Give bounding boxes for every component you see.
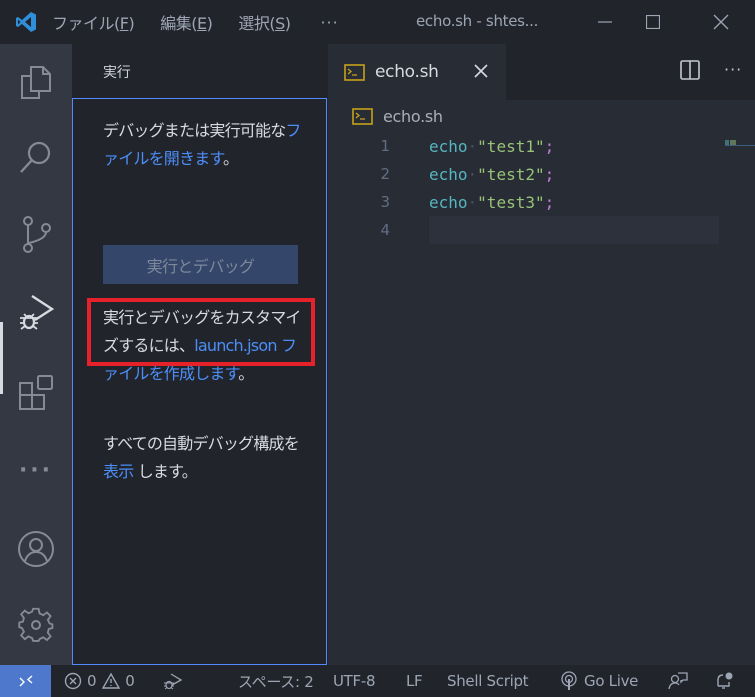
- paragraph-text: デバッグまたは実行可能な: [103, 121, 286, 140]
- activity-run-debug[interactable]: [0, 282, 72, 342]
- editor-more-actions-button[interactable]: ···: [724, 60, 742, 79]
- feedback-button[interactable]: [668, 665, 688, 697]
- source-control-icon: [23, 216, 51, 253]
- code-keyword: echo: [429, 136, 468, 156]
- run-debug-icon: [164, 673, 183, 690]
- remote-indicator-button[interactable]: [0, 665, 51, 697]
- broadcast-icon: [561, 671, 577, 690]
- activity-bar: ···: [0, 44, 72, 665]
- menu-selection[interactable]: 選択(S): [238, 10, 291, 34]
- paragraph-end: します。: [133, 462, 198, 481]
- code-punct: ;: [544, 136, 555, 156]
- go-live-button[interactable]: Go Live: [560, 665, 638, 697]
- extensions-icon: [19, 375, 53, 410]
- problems-button[interactable]: 0 0: [64, 665, 135, 697]
- account-icon: [18, 531, 54, 567]
- line-number: 3: [380, 193, 390, 211]
- code-line: 3 echo·"test3";: [328, 188, 755, 216]
- open-file-paragraph: デバッグまたは実行可能なファイルを開きます。: [103, 117, 308, 173]
- shell-file-icon: [352, 107, 373, 125]
- go-live-label: Go Live: [584, 672, 639, 690]
- gear-icon: [18, 607, 54, 642]
- code-keyword: echo: [429, 164, 468, 184]
- files-icon: [21, 66, 51, 99]
- remote-icon: [19, 675, 32, 687]
- maximize-icon: [646, 15, 660, 29]
- encoding-button[interactable]: UTF-8: [333, 665, 376, 697]
- activity-source-control[interactable]: [0, 205, 72, 265]
- paragraph-text: すべての自動デバッグ構成を: [103, 434, 300, 453]
- tab-label: echo.sh: [375, 62, 439, 82]
- code-punct: ;: [544, 164, 555, 184]
- sidebar-title: 実行: [103, 65, 131, 81]
- activity-search[interactable]: [0, 127, 72, 187]
- error-icon: [64, 672, 82, 690]
- code-string: "test1": [477, 136, 545, 156]
- language-mode-button[interactable]: Shell Script: [447, 665, 529, 697]
- error-count: 0: [87, 672, 97, 690]
- window-title: echo.sh - shtes...: [416, 12, 539, 30]
- line-number: 1: [380, 137, 390, 155]
- paragraph-end: 。: [238, 364, 254, 383]
- code-punct: ;: [544, 192, 555, 212]
- activity-manage[interactable]: [0, 595, 72, 655]
- whitespace-dot: ·: [467, 136, 478, 156]
- feedback-icon: [668, 672, 688, 690]
- close-window-button[interactable]: [698, 0, 744, 44]
- notifications-button[interactable]: [714, 665, 734, 697]
- eol-button[interactable]: LF: [406, 665, 423, 697]
- line-number: 4: [380, 221, 390, 239]
- editor-tab-bar: echo.sh ···: [328, 44, 755, 100]
- minimize-button[interactable]: [582, 0, 628, 44]
- whitespace-dot: ·: [467, 164, 478, 184]
- run-debug-icon: [20, 294, 55, 330]
- line-number: 2: [380, 165, 390, 183]
- warning-count: 0: [125, 672, 135, 690]
- debug-status-button[interactable]: [162, 665, 184, 697]
- activity-explorer[interactable]: [0, 52, 72, 112]
- annotation-highlight-box: [87, 298, 315, 366]
- code-string: "test2": [477, 164, 545, 184]
- whitespace-dot: ·: [467, 192, 478, 212]
- split-editor-icon: [680, 60, 700, 80]
- bell-dot-icon: [717, 672, 733, 689]
- activity-extensions[interactable]: [0, 363, 72, 423]
- breadcrumb[interactable]: echo.sh: [352, 104, 443, 128]
- minimize-icon: [598, 21, 612, 23]
- code-string: "test3": [477, 192, 545, 212]
- run-debug-welcome-panel: デバッグまたは実行可能なファイルを開きます。 実行とデバッグ 実行とデバッグをカ…: [72, 98, 327, 665]
- menu-edit[interactable]: 編集(E): [160, 10, 213, 34]
- code-line: 1 echo·"test1";: [328, 132, 755, 160]
- title-bar: ファイル(F) 編集(E) 選択(S) ··· echo.sh - shtes.…: [0, 0, 755, 44]
- maximize-button[interactable]: [630, 0, 676, 44]
- show-all-configs-link[interactable]: 表示: [103, 462, 134, 481]
- run-sidebar: 実行 デバッグまたは実行可能なファイルを開きます。 実行とデバッグ 実行とデバッ…: [72, 44, 328, 665]
- status-bar: 0 0 スペース: 2 UTF-8 LF Shell Script Go Liv…: [0, 665, 755, 697]
- tab-echo-sh[interactable]: echo.sh: [328, 44, 506, 100]
- search-icon: [20, 141, 51, 173]
- tab-close-button[interactable]: [471, 61, 491, 81]
- indentation-button[interactable]: スペース: 2: [238, 665, 314, 697]
- menu-more-button[interactable]: ···: [320, 13, 338, 32]
- breadcrumb-file[interactable]: echo.sh: [383, 107, 443, 126]
- code-editor[interactable]: echo.sh 1 echo·"test1"; 2 echo·"test2"; …: [328, 100, 755, 665]
- code-line: 2 echo·"test2";: [328, 160, 755, 188]
- warning-icon: [102, 672, 121, 689]
- close-icon: [713, 14, 729, 30]
- show-configs-paragraph: すべての自動デバッグ構成を 表示 します。: [103, 430, 308, 486]
- shell-file-icon: [344, 63, 365, 81]
- close-icon: [474, 64, 488, 78]
- code-line: 4: [328, 216, 755, 244]
- activity-accounts[interactable]: [0, 519, 72, 579]
- activity-more[interactable]: ···: [0, 440, 72, 500]
- paragraph-end: 。: [223, 149, 239, 168]
- menu-file[interactable]: ファイル(F): [52, 10, 135, 34]
- vscode-logo-icon: [0, 0, 52, 44]
- code-keyword: echo: [429, 192, 468, 212]
- split-editor-button[interactable]: [680, 60, 700, 84]
- run-and-debug-button[interactable]: 実行とデバッグ: [103, 245, 298, 284]
